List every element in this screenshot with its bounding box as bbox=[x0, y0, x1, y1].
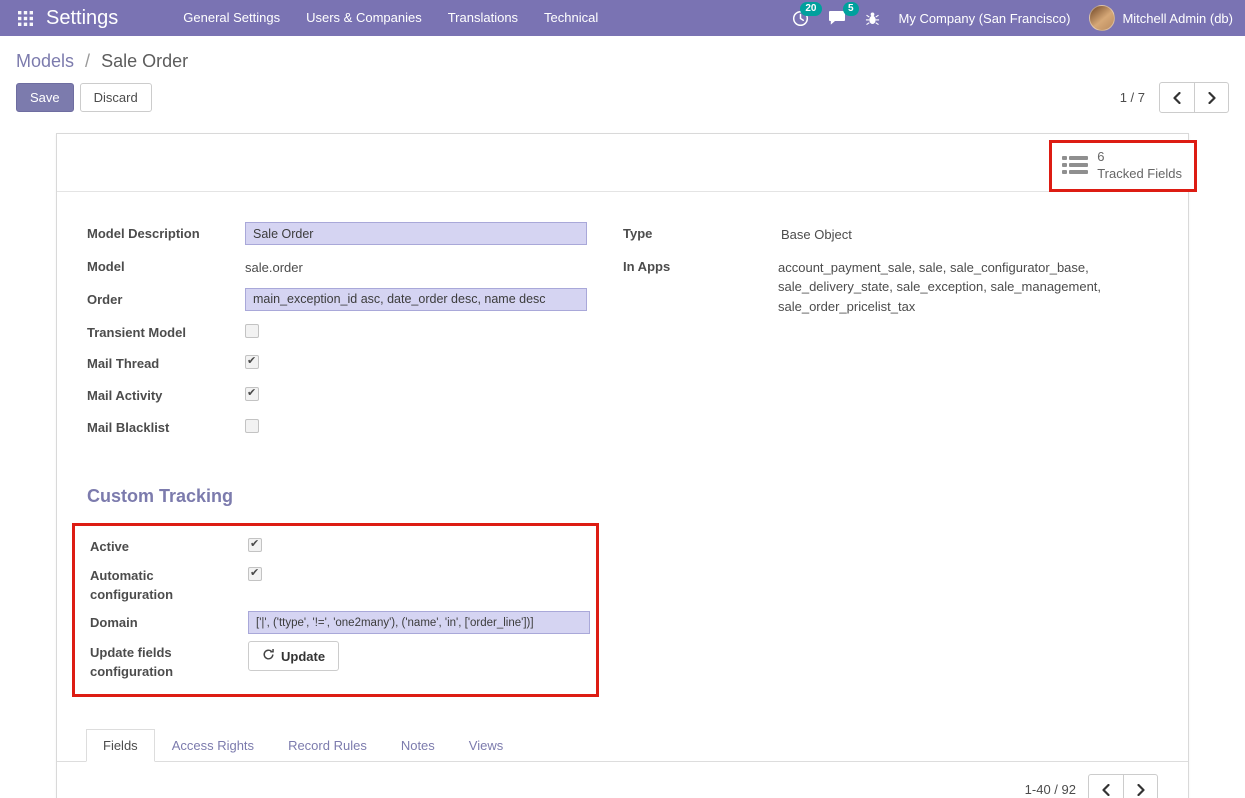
model-description-label: Model Description bbox=[87, 222, 217, 244]
menu-technical[interactable]: Technical bbox=[531, 0, 611, 36]
mail-thread-checkbox[interactable] bbox=[245, 355, 259, 369]
breadcrumb-current: Sale Order bbox=[101, 51, 188, 71]
model-description-input[interactable] bbox=[245, 222, 587, 245]
breadcrumb-models-link[interactable]: Models bbox=[16, 51, 74, 71]
save-button[interactable]: Save bbox=[16, 83, 74, 112]
tab-views[interactable]: Views bbox=[452, 729, 520, 762]
mail-blacklist-label: Mail Blacklist bbox=[87, 416, 217, 438]
tab-access-rights[interactable]: Access Rights bbox=[155, 729, 271, 762]
mail-activity-checkbox[interactable] bbox=[245, 387, 259, 401]
user-menu[interactable]: Mitchell Admin (db) bbox=[1089, 5, 1233, 31]
update-fields-configuration-label: Update fields configuration bbox=[90, 641, 220, 682]
active-label: Active bbox=[90, 535, 220, 557]
tab-record-rules[interactable]: Record Rules bbox=[271, 729, 384, 762]
custom-tracking-heading: Custom Tracking bbox=[87, 486, 1158, 507]
tab-notes[interactable]: Notes bbox=[384, 729, 452, 762]
type-label: Type bbox=[623, 222, 753, 244]
button-box: 6 Tracked Fields bbox=[57, 134, 1188, 192]
app-title[interactable]: Settings bbox=[46, 7, 118, 30]
domain-input[interactable] bbox=[248, 611, 590, 634]
list-pager: 1-40 / 92 bbox=[57, 762, 1188, 798]
list-pager-previous-button[interactable] bbox=[1089, 775, 1123, 798]
notebook-tabs: Fields Access Rights Record Rules Notes … bbox=[57, 729, 1188, 762]
top-menu: General Settings Users & Companies Trans… bbox=[170, 0, 611, 36]
tracked-fields-label: Tracked Fields bbox=[1097, 166, 1182, 181]
list-pager-value: 1-40 / 92 bbox=[1025, 782, 1076, 797]
transient-model-label: Transient Model bbox=[87, 321, 217, 343]
in-apps-value: account_payment_sale, sale, sale_configu… bbox=[778, 255, 1158, 317]
model-value: sale.order bbox=[245, 255, 303, 278]
apps-menu-icon[interactable] bbox=[12, 0, 38, 36]
annotation-box-tracked-fields: 6 Tracked Fields bbox=[1049, 140, 1197, 192]
activities-icon[interactable]: 20 bbox=[792, 10, 809, 27]
refresh-icon bbox=[262, 648, 275, 664]
automatic-configuration-checkbox[interactable] bbox=[248, 567, 262, 581]
menu-translations[interactable]: Translations bbox=[435, 0, 531, 36]
order-label: Order bbox=[87, 288, 217, 310]
list-pager-next-button[interactable] bbox=[1123, 775, 1157, 798]
menu-users-companies[interactable]: Users & Companies bbox=[293, 0, 435, 36]
mail-activity-label: Mail Activity bbox=[87, 384, 217, 406]
mail-blacklist-checkbox[interactable] bbox=[245, 419, 259, 433]
user-name: Mitchell Admin (db) bbox=[1122, 11, 1233, 26]
type-value: Base Object bbox=[781, 222, 852, 245]
automatic-configuration-label: Automatic configuration bbox=[90, 564, 220, 605]
user-avatar bbox=[1089, 5, 1115, 31]
messages-icon[interactable]: 5 bbox=[828, 10, 846, 26]
debug-icon[interactable] bbox=[865, 11, 880, 26]
order-input[interactable] bbox=[245, 288, 587, 311]
model-label: Model bbox=[87, 255, 217, 277]
tracked-fields-count: 6 bbox=[1097, 149, 1104, 164]
menu-general-settings[interactable]: General Settings bbox=[170, 0, 293, 36]
breadcrumb-separator: / bbox=[85, 51, 90, 71]
transient-model-checkbox[interactable] bbox=[245, 324, 259, 338]
update-button[interactable]: Update bbox=[248, 641, 339, 671]
update-button-label: Update bbox=[281, 649, 325, 664]
in-apps-label: In Apps bbox=[623, 255, 750, 277]
top-navbar: Settings General Settings Users & Compan… bbox=[0, 0, 1245, 36]
pager-next-button[interactable] bbox=[1194, 83, 1228, 112]
mail-thread-label: Mail Thread bbox=[87, 352, 217, 374]
record-pager-value: 1 / 7 bbox=[1120, 90, 1145, 105]
discard-button[interactable]: Discard bbox=[80, 83, 152, 112]
form-sheet: 6 Tracked Fields Model Description Model… bbox=[56, 133, 1189, 798]
annotation-box-custom-tracking: Active Automatic configuration Domain Up… bbox=[72, 523, 599, 697]
pager-previous-button[interactable] bbox=[1160, 83, 1194, 112]
active-checkbox[interactable] bbox=[248, 538, 262, 552]
domain-label: Domain bbox=[90, 611, 220, 633]
breadcrumb: Models / Sale Order bbox=[0, 36, 1245, 82]
control-panel: Save Discard 1 / 7 bbox=[0, 82, 1245, 113]
activity-count-badge: 20 bbox=[800, 2, 821, 16]
message-count-badge: 5 bbox=[843, 2, 859, 16]
tracked-fields-icon bbox=[1062, 155, 1088, 178]
tracked-fields-button[interactable]: 6 Tracked Fields bbox=[1052, 143, 1194, 189]
company-switcher[interactable]: My Company (San Francisco) bbox=[899, 11, 1071, 26]
tab-fields[interactable]: Fields bbox=[86, 729, 155, 762]
